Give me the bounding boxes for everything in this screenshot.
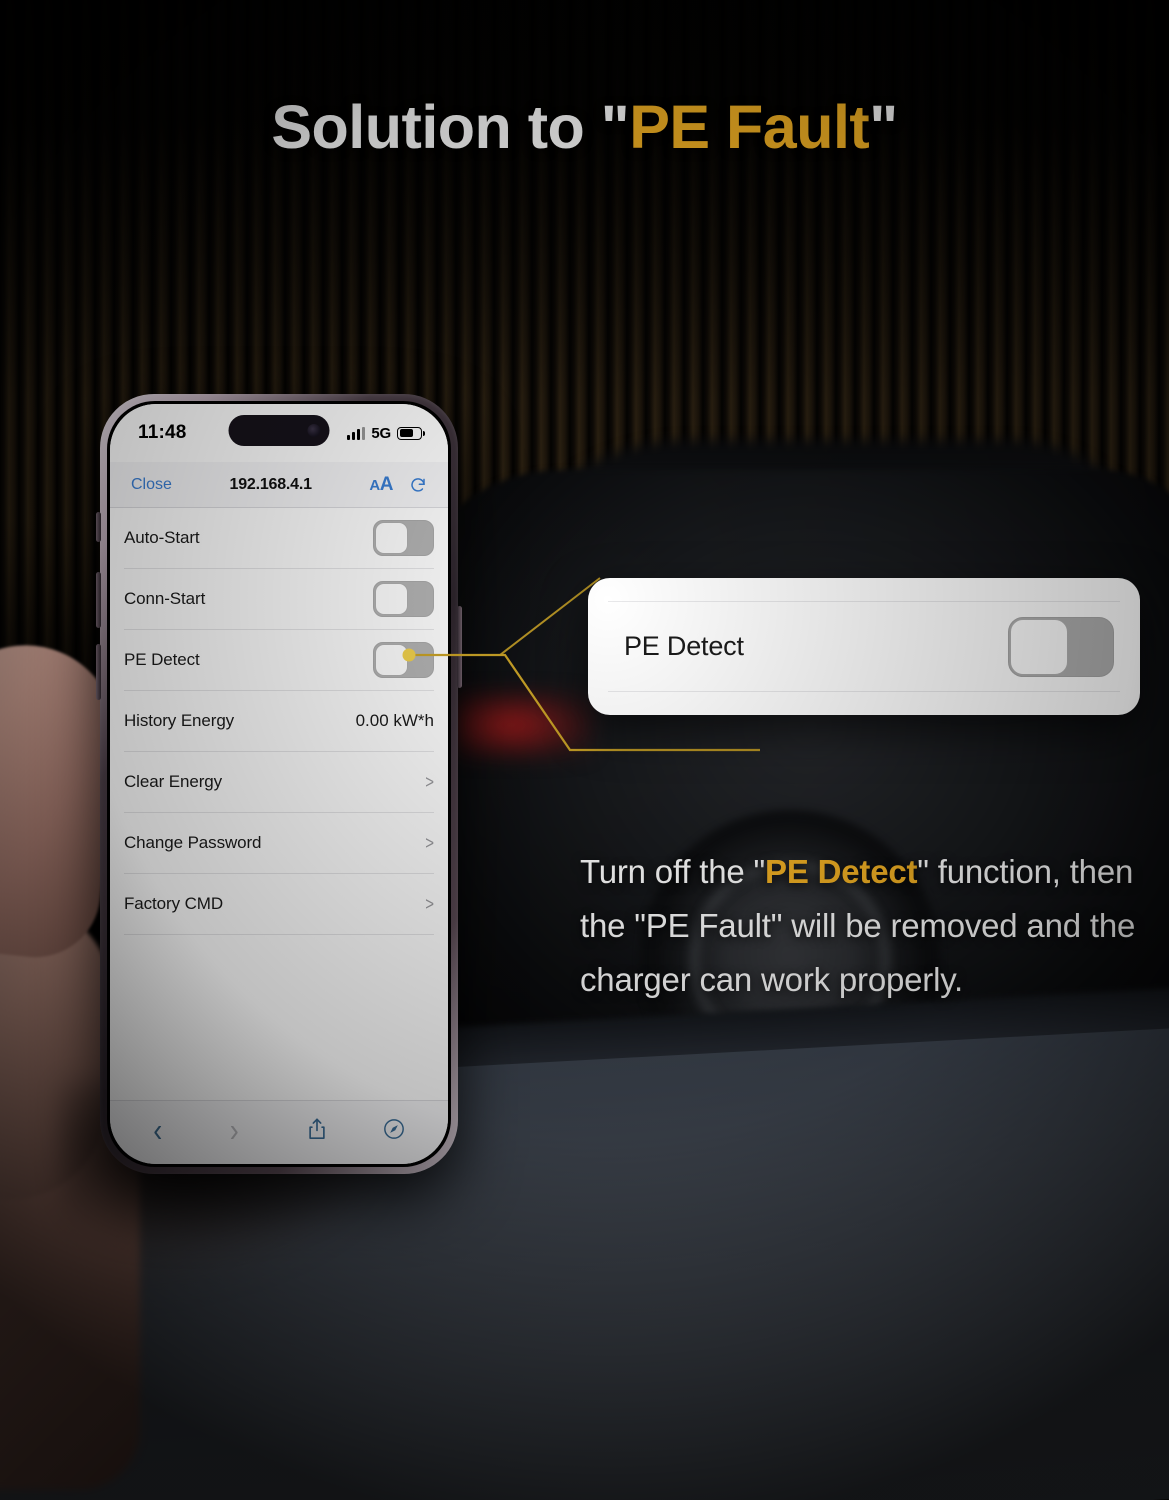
- list-item-pe-detect[interactable]: PE Detect: [124, 630, 434, 691]
- safari-toolbar: ‹ ›: [110, 1100, 448, 1164]
- chevron-right-icon: >: [425, 771, 434, 793]
- list-item-history-energy[interactable]: History Energy 0.00 kW*h: [124, 691, 434, 752]
- status-bar-indicators: 5G: [347, 424, 425, 442]
- row-label: History Energy: [124, 711, 235, 730]
- front-camera-icon: [307, 424, 321, 437]
- dynamic-island: [228, 415, 330, 446]
- chevron-right-icon: >: [425, 893, 434, 915]
- caption-part1: Turn off the ": [580, 853, 766, 890]
- row-label: Factory CMD: [124, 894, 224, 913]
- settings-list: Auto-Start Conn-Start PE Detect History …: [110, 508, 448, 1100]
- list-item-clear-energy[interactable]: Clear Energy >: [124, 752, 434, 813]
- cellular-bars-icon: [347, 426, 366, 440]
- page-title-lead: Solution to ": [271, 93, 630, 161]
- auto-start-toggle[interactable]: [373, 520, 434, 556]
- page-title: Solution to "PE Fault": [0, 92, 1169, 162]
- pe-detect-toggle[interactable]: [373, 642, 434, 678]
- page-title-accent: PE Fault: [629, 93, 870, 161]
- callout-label: PE Detect: [624, 631, 744, 661]
- toggle-knob: [1010, 618, 1068, 675]
- volume-up-button[interactable]: [96, 572, 101, 628]
- list-item-conn-start[interactable]: Conn-Start: [124, 569, 434, 630]
- caption-highlight: PE Detect: [765, 853, 918, 890]
- row-control: >: [425, 832, 434, 854]
- url-host-label[interactable]: 192.168.4.1: [172, 476, 370, 494]
- list-empty-space: [110, 935, 448, 1095]
- history-energy-value: 0.00 kW*h: [355, 711, 434, 730]
- power-button[interactable]: [457, 606, 462, 688]
- list-item-factory-cmd[interactable]: Factory CMD >: [124, 874, 434, 935]
- phone-screen: 11:48 5G Close 192.168.4.1 AA Auto-Start…: [110, 404, 448, 1164]
- row-control: 0.00 kW*h: [356, 711, 434, 731]
- phone-bezel: 11:48 5G Close 192.168.4.1 AA Auto-Start…: [107, 401, 451, 1167]
- row-label: Conn-Start: [124, 589, 206, 608]
- battery-icon: [397, 426, 425, 440]
- toggle-knob: [375, 644, 408, 676]
- status-bar-time: 11:48: [138, 422, 187, 443]
- instruction-caption: Turn off the "PE Detect" function, then …: [580, 845, 1140, 1007]
- callout-pe-detect-toggle[interactable]: [1008, 616, 1114, 677]
- text-size-button[interactable]: AA: [369, 474, 393, 496]
- row-label: PE Detect: [124, 650, 200, 669]
- silence-switch[interactable]: [96, 512, 101, 542]
- share-icon[interactable]: [306, 1117, 328, 1141]
- list-item-auto-start[interactable]: Auto-Start: [124, 508, 434, 569]
- volume-down-button[interactable]: [96, 644, 101, 700]
- row-control: [373, 520, 434, 556]
- row-control: [373, 642, 434, 678]
- magnified-pe-detect-card: PE Detect: [588, 578, 1140, 715]
- back-icon[interactable]: ‹: [153, 1113, 175, 1147]
- row-control: >: [425, 893, 434, 915]
- car-taillight-glow: [455, 690, 595, 760]
- conn-start-toggle[interactable]: [373, 581, 434, 617]
- status-bar: 11:48 5G: [110, 404, 448, 462]
- row-control: [373, 581, 434, 617]
- toggle-knob: [375, 522, 408, 554]
- page-title-tail: ": [869, 93, 898, 161]
- poster-canvas: Solution to "PE Fault" 11:48 5G Close 19…: [0, 0, 1169, 1500]
- row-label: Clear Energy: [124, 772, 223, 791]
- url-bar-actions: AA: [369, 474, 427, 496]
- toggle-knob: [375, 583, 408, 615]
- network-type-label: 5G: [371, 424, 391, 442]
- list-item-change-password[interactable]: Change Password >: [124, 813, 434, 874]
- reload-icon[interactable]: [409, 476, 427, 494]
- row-label: Auto-Start: [124, 528, 200, 547]
- iphone-device: 11:48 5G Close 192.168.4.1 AA Auto-Start…: [96, 394, 462, 1174]
- row-label: Change Password: [124, 833, 262, 852]
- card-content: PE Detect: [624, 601, 1114, 692]
- chevron-right-icon: >: [425, 832, 434, 854]
- compass-icon[interactable]: [383, 1117, 405, 1141]
- row-control: >: [425, 771, 434, 793]
- safari-url-bar: Close 192.168.4.1 AA: [110, 462, 448, 508]
- forward-icon: ›: [229, 1111, 239, 1149]
- close-button[interactable]: Close: [131, 476, 172, 494]
